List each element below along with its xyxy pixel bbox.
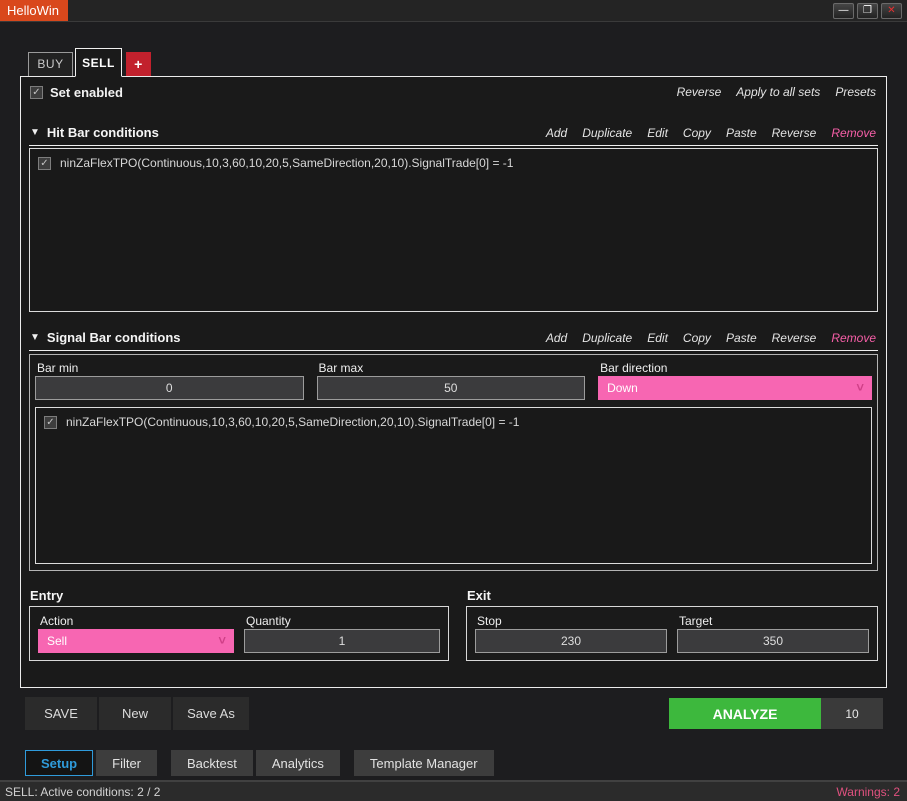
bottom-tab-bar: Setup Filter Backtest Analytics Template… <box>25 750 907 776</box>
save-as-button[interactable]: Save As <box>173 697 249 730</box>
set-actions: Reverse Apply to all sets Presets <box>677 85 876 99</box>
quantity-input[interactable] <box>244 629 440 653</box>
remove-link[interactable]: Remove <box>831 126 876 140</box>
minimize-icon[interactable]: — <box>833 3 854 19</box>
tab-template-manager[interactable]: Template Manager <box>354 750 494 776</box>
hit-bar-conditions-header: ▼ Hit Bar conditions Add Duplicate Edit … <box>29 123 878 146</box>
bar-max-input[interactable] <box>317 376 586 400</box>
add-link[interactable]: Add <box>546 126 567 140</box>
window-controls: — ❐ ✕ <box>833 0 907 21</box>
signal-bar-conditions-title[interactable]: ▼ Signal Bar conditions <box>30 330 181 345</box>
copy-link[interactable]: Copy <box>683 331 711 345</box>
tab-setup[interactable]: Setup <box>25 750 93 776</box>
edit-link[interactable]: Edit <box>647 126 668 140</box>
status-warnings: Warnings: 2 <box>836 785 900 799</box>
stop-label: Stop <box>475 612 667 629</box>
signal-conditions-list[interactable]: ✓ ninZaFlexTPO(Continuous,10,3,60,10,20,… <box>35 407 872 564</box>
signal-bar-conditions-label: Signal Bar conditions <box>47 330 181 345</box>
bar-max-label: Bar max <box>317 359 586 376</box>
save-button[interactable]: SAVE <box>25 697 97 730</box>
duplicate-link[interactable]: Duplicate <box>582 331 632 345</box>
bar-direction-label: Bar direction <box>598 359 872 376</box>
stop-column: Stop <box>475 612 667 653</box>
copy-link[interactable]: Copy <box>683 126 711 140</box>
tab-buy[interactable]: BUY <box>28 52 73 76</box>
hit-conditions-list[interactable]: ✓ ninZaFlexTPO(Continuous,10,3,60,10,20,… <box>29 148 878 312</box>
chevron-down-icon: ˅ <box>856 383 864 393</box>
paste-link[interactable]: Paste <box>726 126 757 140</box>
list-item[interactable]: ✓ ninZaFlexTPO(Continuous,10,3,60,10,20,… <box>44 415 863 429</box>
entry-section: Entry Action Sell ˅ Quantity <box>29 588 449 661</box>
stop-input[interactable] <box>475 629 667 653</box>
condition-checkbox[interactable]: ✓ <box>38 157 51 170</box>
add-set-tab-button[interactable]: + <box>126 52 151 76</box>
tab-sell[interactable]: SELL <box>75 48 122 77</box>
reverse-link[interactable]: Reverse <box>772 331 817 345</box>
condition-text: ninZaFlexTPO(Continuous,10,3,60,10,20,5,… <box>60 156 513 170</box>
list-item[interactable]: ✓ ninZaFlexTPO(Continuous,10,3,60,10,20,… <box>38 156 869 170</box>
chevron-down-icon: ˅ <box>218 636 226 646</box>
bar-direction-select[interactable]: Down ˅ <box>598 376 872 400</box>
tab-backtest[interactable]: Backtest <box>171 750 253 776</box>
close-icon[interactable]: ✕ <box>881 3 902 19</box>
condition-text: ninZaFlexTPO(Continuous,10,3,60,10,20,5,… <box>66 415 519 429</box>
bar-max-column: Bar max <box>317 359 586 400</box>
analyze-button[interactable]: ANALYZE <box>669 698 821 729</box>
bar-min-label: Bar min <box>35 359 304 376</box>
titlebar-drag-area[interactable] <box>68 0 833 21</box>
analyze-count-field[interactable]: 10 <box>821 698 883 729</box>
add-link[interactable]: Add <box>546 331 567 345</box>
status-active-conditions: SELL: Active conditions: 2 / 2 <box>5 785 160 799</box>
maximize-icon[interactable]: ❐ <box>857 3 878 19</box>
bar-direction-column: Bar direction Down ˅ <box>598 359 872 400</box>
signal-condition-actions: Add Duplicate Edit Copy Paste Reverse Re… <box>546 331 876 345</box>
reverse-link[interactable]: Reverse <box>772 126 817 140</box>
hit-bar-conditions-label: Hit Bar conditions <box>47 125 159 140</box>
quantity-label: Quantity <box>244 612 440 629</box>
bar-min-input[interactable] <box>35 376 304 400</box>
set-enabled-row: ✓ Set enabled Reverse Apply to all sets … <box>21 77 886 107</box>
window-title: HelloWin <box>0 0 68 21</box>
action-select[interactable]: Sell ˅ <box>38 629 234 653</box>
bar-min-column: Bar min <box>35 359 304 400</box>
reverse-set-link[interactable]: Reverse <box>677 85 722 99</box>
entry-title: Entry <box>29 588 449 606</box>
status-bar: SELL: Active conditions: 2 / 2 Warnings:… <box>0 780 907 801</box>
set-enabled-checkbox[interactable]: ✓ <box>30 86 43 99</box>
condition-checkbox[interactable]: ✓ <box>44 416 57 429</box>
paste-link[interactable]: Paste <box>726 331 757 345</box>
bar-direction-value: Down <box>607 381 638 395</box>
action-value: Sell <box>47 634 67 648</box>
presets-link[interactable]: Presets <box>835 85 876 99</box>
tab-filter[interactable]: Filter <box>96 750 157 776</box>
duplicate-link[interactable]: Duplicate <box>582 126 632 140</box>
action-label: Action <box>38 612 234 629</box>
signal-bar-conditions-header: ▼ Signal Bar conditions Add Duplicate Ed… <box>29 328 878 351</box>
collapse-arrow-icon[interactable]: ▼ <box>30 127 40 138</box>
target-input[interactable] <box>677 629 869 653</box>
exit-title: Exit <box>466 588 878 606</box>
tab-analytics[interactable]: Analytics <box>256 750 340 776</box>
set-enabled-label: Set enabled <box>50 85 123 100</box>
collapse-arrow-icon[interactable]: ▼ <box>30 332 40 343</box>
remove-link[interactable]: Remove <box>831 331 876 345</box>
footer-bar: SAVE New Save As ANALYZE 10 <box>25 697 883 730</box>
target-label: Target <box>677 612 869 629</box>
entry-exit-row: Entry Action Sell ˅ Quantity Exit <box>29 588 878 661</box>
quantity-column: Quantity <box>244 612 440 653</box>
new-button[interactable]: New <box>99 697 171 730</box>
edit-link[interactable]: Edit <box>647 331 668 345</box>
set-tab-bar: BUY SELL + <box>28 48 907 76</box>
titlebar: HelloWin — ❐ ✕ <box>0 0 907 22</box>
set-panel: ✓ Set enabled Reverse Apply to all sets … <box>20 76 887 688</box>
hit-bar-conditions-title[interactable]: ▼ Hit Bar conditions <box>30 125 159 140</box>
action-column: Action Sell ˅ <box>38 612 234 653</box>
signal-bar-group: Bar min Bar max Bar direction Down ˅ ✓ n… <box>29 354 878 571</box>
exit-section: Exit Stop Target <box>466 588 878 661</box>
target-column: Target <box>677 612 869 653</box>
set-enabled-control[interactable]: ✓ Set enabled <box>30 85 123 100</box>
hit-condition-actions: Add Duplicate Edit Copy Paste Reverse Re… <box>546 126 876 140</box>
apply-to-all-sets-link[interactable]: Apply to all sets <box>736 85 820 99</box>
